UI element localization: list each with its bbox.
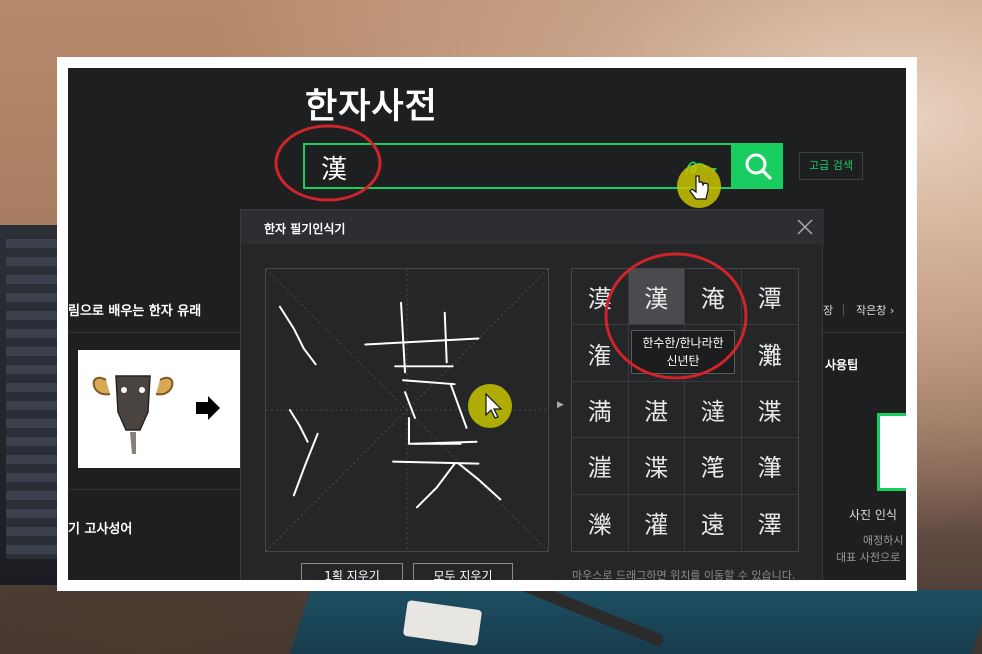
tooltip-meaning: 한수한/한나라한 xyxy=(642,336,724,350)
search-button[interactable] xyxy=(733,143,783,189)
candidate-character[interactable]: 渫 xyxy=(628,438,685,495)
section-title-idioms[interactable]: 기 고사성어 xyxy=(68,518,132,537)
candidate-character[interactable]: 澾 xyxy=(685,381,742,439)
candidate-character[interactable]: 漠 xyxy=(572,269,629,326)
usage-tips-title: 사용팁 xyxy=(825,358,859,372)
photo-recognition-thumbnail[interactable] xyxy=(877,413,906,491)
candidate-character[interactable]: 滗 xyxy=(685,438,742,495)
candidate-grid: 漠漢淹潭潅漢漢灘満湛澾渫漄渫滗潷濼灌遠澤 xyxy=(571,268,799,552)
tooltip-meaning-2: 신년탄 xyxy=(666,354,700,368)
section-title-origin[interactable]: 림으로 배우는 한자 유래 xyxy=(68,300,201,319)
right-column: 장 작은창 › 사용팁 사진 인식 애정하시 대표 사전으로 xyxy=(823,260,906,580)
small-window-link[interactable]: 작은창 › xyxy=(856,302,894,318)
candidate-character[interactable]: 遠 xyxy=(685,494,742,551)
handwriting-recognizer-popup: 한자 필기인식기 ▶ 漠 漢 淹 潭 潅 灘 満 湛 澾 渫 漄 渫 滗 潷 濼… xyxy=(240,209,824,580)
character-tooltip: 한수한/한나라한 신년탄 xyxy=(631,330,735,374)
erase-all-button[interactable]: 모두 지우기 xyxy=(413,563,513,580)
handwriting-pen-icon[interactable] xyxy=(682,155,718,181)
search-icon xyxy=(745,153,772,180)
candidate-character[interactable]: 潅 xyxy=(572,325,629,382)
left-column: 림으로 배우는 한자 유래 기 고사성어 xyxy=(68,260,240,580)
separator xyxy=(843,304,844,316)
candidate-character[interactable]: 灘 xyxy=(741,325,798,382)
candidate-character[interactable]: 湛 xyxy=(628,381,685,439)
divider xyxy=(823,332,906,333)
candidate-character[interactable]: 濼 xyxy=(572,494,629,551)
tip-description-line: 대표 사전으로 xyxy=(836,551,901,564)
search-input[interactable] xyxy=(319,148,663,186)
candidate-character[interactable]: 澤 xyxy=(742,495,799,551)
handwriting-canvas[interactable] xyxy=(265,268,549,552)
photo-recognition-caption: 사진 인식 xyxy=(849,508,897,522)
ram-drawing xyxy=(92,375,220,454)
popup-title: 한자 필기인식기 xyxy=(264,222,346,236)
candidate-character[interactable]: 満 xyxy=(572,381,629,439)
candidate-character[interactable]: 渫 xyxy=(741,382,798,439)
candidate-character[interactable]: 潭 xyxy=(741,269,798,326)
divider xyxy=(68,489,240,490)
divider xyxy=(68,332,240,333)
candidate-character[interactable]: 漢 xyxy=(628,269,685,326)
tip-description-line: 애정하시 xyxy=(863,534,904,547)
candidate-character[interactable]: 灌 xyxy=(629,494,685,551)
dictionary-screen: 한자사전 고급 검색 림으로 배우는 한자 유래 xyxy=(68,68,906,580)
search-box[interactable] xyxy=(303,143,733,189)
page-title: 한자사전 xyxy=(305,87,438,127)
window-link[interactable]: 장 xyxy=(823,302,833,318)
candidate-character[interactable]: 漄 xyxy=(572,438,629,495)
erase-one-stroke-button[interactable]: 1획 지우기 xyxy=(301,563,403,580)
drag-hint: 마우스로 드래그하면 위치를 이동할 수 있습니다. xyxy=(572,569,796,580)
arrow-right-icon: ▶ xyxy=(557,400,564,410)
ram-illustration[interactable] xyxy=(78,350,240,468)
background-notebook xyxy=(289,590,982,654)
close-icon[interactable] xyxy=(796,218,814,236)
candidate-character[interactable]: 潷 xyxy=(741,438,798,495)
candidate-character[interactable]: 淹 xyxy=(685,269,742,326)
advanced-search-button[interactable]: 고급 검색 xyxy=(799,152,863,180)
